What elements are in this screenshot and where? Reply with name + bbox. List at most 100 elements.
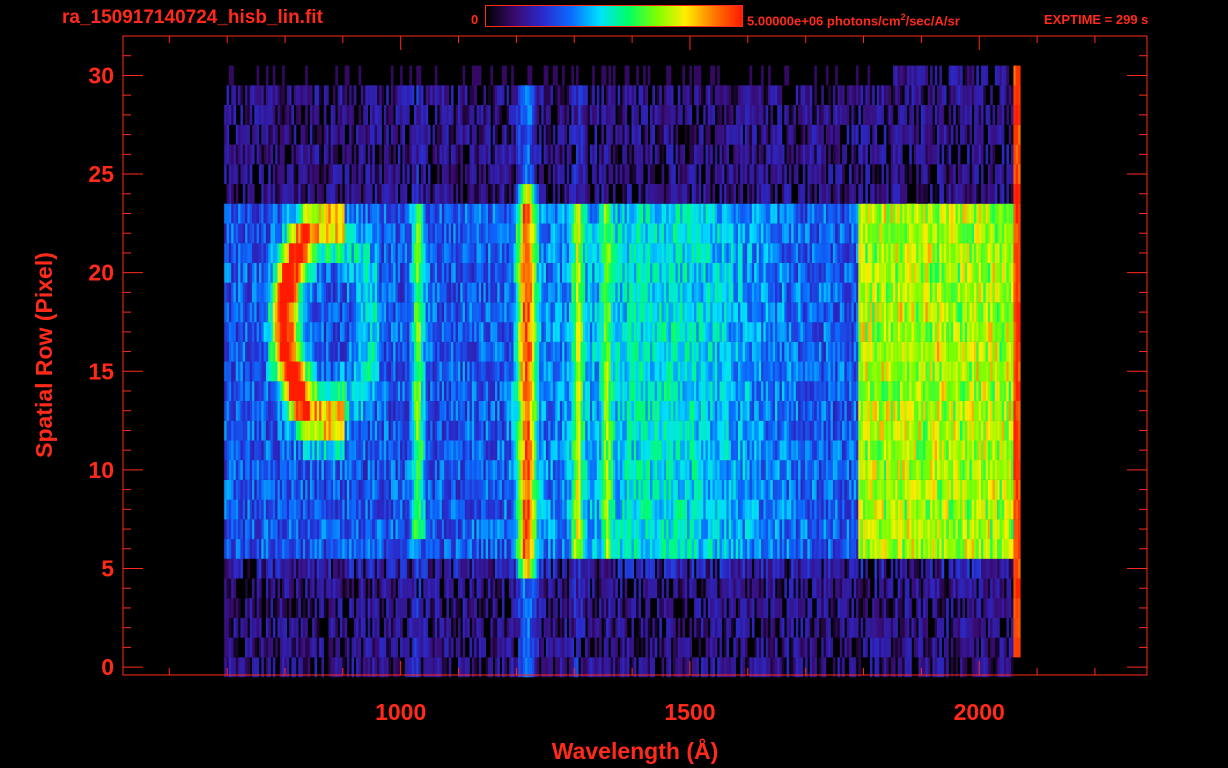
heatmap-cell — [893, 400, 896, 421]
heatmap-cell — [536, 657, 540, 678]
heatmap-cell — [254, 519, 257, 540]
heatmap-cell — [869, 637, 873, 658]
heatmap-cell — [677, 538, 681, 559]
heatmap-cell — [673, 400, 676, 421]
heatmap-cell — [962, 479, 965, 500]
heatmap-cell — [617, 538, 621, 559]
heatmap-cell — [372, 598, 375, 618]
heatmap-cell — [254, 381, 257, 401]
heatmap-cell — [925, 598, 928, 618]
heatmap-cell — [629, 499, 632, 520]
heatmap-cell — [423, 578, 426, 599]
heatmap-cell — [342, 617, 345, 638]
heatmap-cell — [353, 460, 357, 480]
heatmap-cell — [897, 637, 901, 658]
heatmap-cell — [464, 400, 468, 421]
heatmap-cell — [562, 479, 565, 500]
heatmap-cell — [617, 420, 621, 441]
heatmap-cell — [770, 479, 773, 500]
heatmap-cell — [576, 578, 579, 599]
heatmap-cell — [902, 657, 905, 678]
heatmap-cell — [890, 558, 894, 579]
heatmap-cell — [893, 657, 896, 678]
heatmap-cell — [962, 617, 965, 638]
heatmap-cell — [525, 479, 528, 500]
heatmap-cell — [890, 361, 894, 382]
heatmap-cell — [626, 361, 630, 382]
heatmap-cell — [488, 519, 491, 540]
heatmap-cell — [534, 420, 537, 441]
heatmap-cell — [800, 361, 804, 382]
heatmap-cell — [601, 460, 604, 480]
heatmap-cell — [985, 381, 989, 401]
heatmap-cell — [550, 538, 554, 559]
heatmap-cell — [964, 460, 968, 480]
heatmap-cell — [518, 440, 521, 461]
heatmap-cell — [823, 361, 827, 382]
heatmap-cell — [543, 538, 547, 559]
heatmap-cell — [594, 381, 598, 401]
heatmap-cell — [448, 657, 452, 678]
heatmap-cell — [768, 479, 771, 500]
heatmap-cell — [652, 538, 655, 559]
heatmap-cell — [351, 440, 355, 461]
heatmap-cell — [603, 440, 607, 461]
heatmap-cell — [464, 558, 468, 579]
heatmap-cell — [469, 460, 473, 480]
heatmap-cell — [710, 637, 713, 658]
heatmap-cell — [925, 479, 928, 500]
heatmap-cell — [532, 657, 535, 678]
heatmap-cell — [816, 538, 820, 559]
heatmap-cell — [747, 617, 750, 638]
heatmap-cell — [869, 499, 873, 520]
heatmap-cell — [636, 361, 639, 382]
heatmap-cell — [916, 420, 919, 441]
heatmap-cell — [955, 499, 959, 520]
heatmap-cell — [492, 361, 496, 382]
heatmap-cell — [411, 538, 415, 559]
heatmap-cell — [275, 479, 278, 500]
heatmap-cell — [738, 499, 741, 520]
heatmap-cell — [571, 598, 574, 618]
heatmap-cell — [765, 400, 769, 421]
heatmap-cell — [701, 400, 704, 421]
heatmap-cell — [918, 538, 922, 559]
heatmap-cell — [314, 400, 318, 421]
heatmap-cell — [819, 578, 822, 599]
heatmap-cell — [420, 598, 424, 618]
heatmap-cell — [879, 420, 882, 441]
heatmap-cell — [441, 400, 445, 421]
heatmap-cell — [1015, 440, 1019, 461]
heatmap-cell — [934, 440, 938, 461]
heatmap-cell — [603, 558, 607, 579]
heatmap-cell — [559, 479, 563, 500]
heatmap-cell — [1015, 637, 1019, 658]
heatmap-cell — [726, 440, 729, 461]
heatmap-cell — [925, 538, 928, 559]
heatmap-cell — [414, 519, 417, 540]
heatmap-cell — [698, 598, 702, 618]
heatmap-cell — [513, 381, 517, 401]
heatmap-cell — [282, 657, 285, 678]
heatmap-cell — [254, 479, 257, 500]
heatmap-cell — [1006, 538, 1009, 559]
heatmap-cell — [946, 519, 949, 540]
heatmap-cell — [231, 460, 234, 480]
heatmap-cell — [492, 617, 496, 638]
heatmap-cell — [874, 479, 878, 500]
heatmap-cell — [534, 578, 537, 599]
heatmap-cell — [397, 440, 401, 461]
heatmap-cell — [682, 460, 685, 480]
heatmap-cell — [997, 400, 1000, 421]
heatmap-cell — [939, 420, 942, 441]
heatmap-cell — [582, 538, 586, 559]
heatmap-cell — [937, 499, 940, 520]
heatmap-cell — [784, 381, 787, 401]
heatmap-cell — [717, 460, 720, 480]
heatmap-cell — [906, 538, 910, 559]
heatmap-cell — [807, 598, 810, 618]
heatmap-cell — [423, 558, 426, 579]
heatmap-cell — [795, 361, 799, 382]
heatmap-cell — [594, 460, 598, 480]
heatmap-cell — [525, 637, 528, 658]
